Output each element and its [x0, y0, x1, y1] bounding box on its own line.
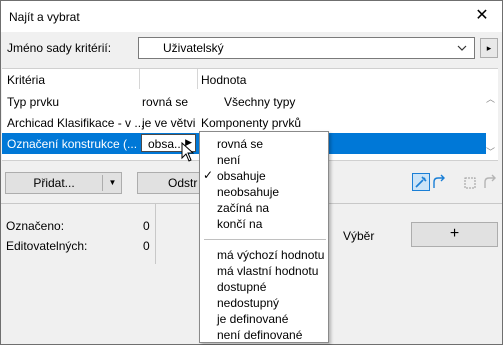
header-value: Hodnota — [201, 73, 247, 87]
scroll-down-icon[interactable]: ﹀ — [486, 145, 495, 158]
menu-item-not-equals[interactable]: není — [217, 152, 240, 168]
marked-count: 0 — [143, 219, 150, 233]
menu-item-not-defined[interactable]: není definované — [217, 327, 302, 343]
table-row[interactable]: Archicad Klasifikace - v ... je ve větvi… — [2, 112, 486, 133]
column-separator — [139, 69, 140, 89]
remove-button-label: Odstr — [168, 176, 198, 190]
close-icon[interactable]: ✕ — [472, 5, 492, 27]
menu-item-contains[interactable]: obsahuje — [217, 168, 266, 184]
menu-item-ends-with[interactable]: končí na — [217, 216, 262, 232]
criteria-set-more-button[interactable]: ▸ — [480, 38, 498, 58]
title-bar: Najít a vybrat ✕ — [1, 1, 502, 32]
row-criterion: Typ prvku — [7, 95, 60, 109]
row-operator: je ve větvi — [142, 116, 196, 130]
plus-icon: + — [449, 225, 460, 242]
redirect-arrow-icon[interactable] — [431, 173, 449, 191]
table-row[interactable]: Typ prvku rovná se Všechny typy — [2, 91, 486, 112]
menu-divider — [204, 239, 326, 240]
menu-item-equals[interactable]: rovná se — [217, 136, 263, 152]
operator-menu: ✓ rovná se není obsahuje neobsahuje začí… — [199, 131, 329, 343]
row-operator: rovná se — [142, 95, 189, 109]
scroll-up-icon[interactable]: ︿ — [486, 92, 495, 105]
vertical-scrollbar[interactable]: ︿ ﹀ — [484, 69, 498, 162]
menu-item-has-default-value[interactable]: má výchozí hodnotu — [217, 247, 324, 263]
criteria-set-dropdown[interactable]: Uživatelský — [138, 37, 475, 59]
header-criteria: Kritéria — [7, 73, 46, 87]
redirect-arrow-disabled-icon — [482, 173, 500, 191]
add-button-group: Přidat... ▼ — [5, 172, 122, 194]
row-criterion: Archicad Klasifikace - v ... — [7, 116, 145, 130]
checkmark-icon: ✓ — [203, 168, 214, 182]
menu-item-has-custom-value[interactable]: má vlastní hodnotu — [217, 263, 318, 279]
split-divider — [102, 175, 103, 191]
criteria-set-label: Jméno sady kritérií: — [7, 41, 112, 55]
selection-label: Výběr — [343, 229, 375, 243]
chevron-down-icon — [456, 40, 468, 59]
menu-item-unavailable[interactable]: nedostupný — [217, 295, 279, 311]
menu-item-is-defined[interactable]: je definované — [217, 311, 288, 327]
row-criterion: Označení konstrukce (... — [7, 137, 138, 151]
window-title: Najít a vybrat — [9, 10, 80, 24]
criteria-set-value: Uživatelský — [163, 41, 224, 55]
column-separator — [197, 69, 198, 89]
select-frame-icon[interactable] — [462, 173, 480, 191]
editable-count: 0 — [143, 239, 150, 253]
editable-label: Editovatelných: — [6, 239, 88, 253]
menu-item-available[interactable]: dostupné — [217, 279, 266, 295]
add-dropdown-arrow[interactable]: ▼ — [104, 173, 121, 193]
vertical-separator — [155, 204, 156, 264]
row-value: Komponenty prvků — [201, 116, 302, 130]
menu-item-starts-with[interactable]: začíná na — [217, 200, 269, 216]
arrow-right-icon: ▸ — [486, 43, 492, 53]
remove-button[interactable]: Odstr — [137, 172, 203, 194]
add-to-selection-button[interactable]: + — [411, 222, 498, 247]
marked-label: Označeno: — [6, 219, 65, 233]
row-value: Všechny typy — [224, 95, 296, 109]
menu-item-not-contains[interactable]: neobsahuje — [217, 184, 279, 200]
mouse-cursor-icon — [181, 141, 195, 165]
eyedropper-icon[interactable] — [412, 173, 430, 191]
operator-combo-value: obsa... — [148, 137, 185, 151]
add-button[interactable]: Přidat... — [6, 173, 102, 193]
